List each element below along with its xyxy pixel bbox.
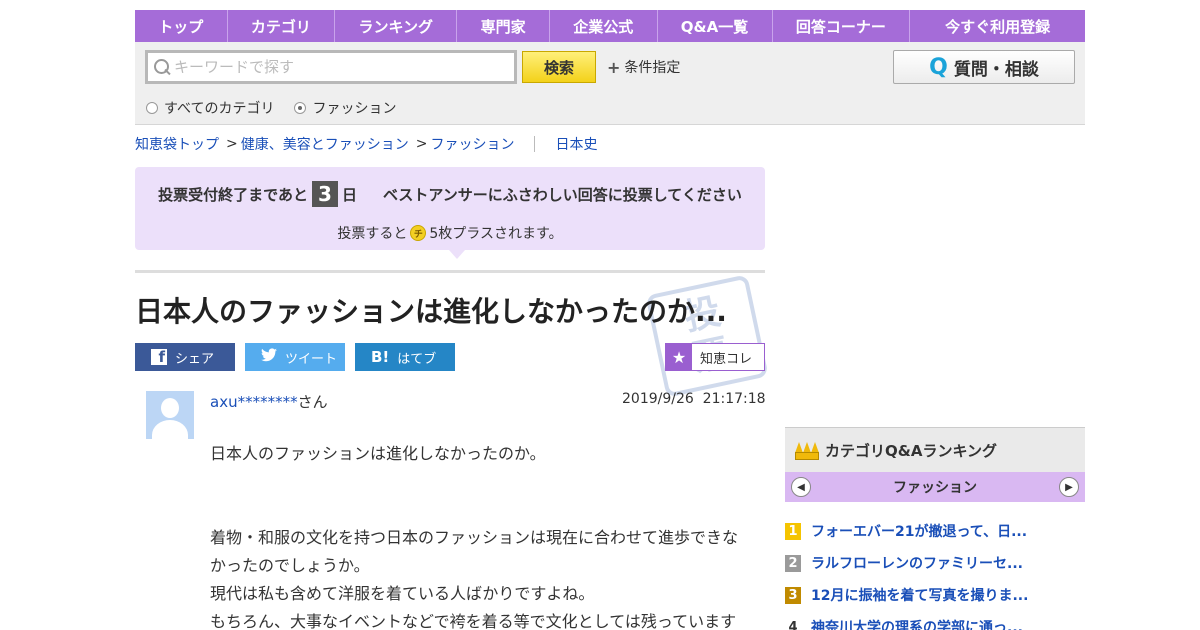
nav-register[interactable]: 今すぐ利用登録 [910, 10, 1085, 42]
facebook-share-button[interactable]: f シェア [135, 343, 235, 371]
divider [135, 270, 765, 273]
question-body-line: 着物・和服の文化を持つ日本のファッションは現在に合わせて進歩できなかったのでしょ… [210, 528, 739, 575]
vote-prefix: 投票受付終了まであと [158, 185, 309, 204]
breadcrumb-fashion[interactable]: ファッション [430, 134, 514, 154]
rank-badge: 4 [788, 619, 798, 630]
hatena-icon: B! [371, 348, 390, 366]
scope-category-label: ファッション [312, 101, 397, 117]
question-body-line [210, 496, 750, 524]
rank-badge: 1 [785, 522, 801, 540]
ranking-link[interactable]: 12月に振袖を着て写真を撮りま... [811, 585, 1028, 605]
scope-all-radio[interactable]: すべてのカテゴリ [146, 98, 274, 118]
breadcrumb: 知恵袋トップ > 健康、美容とファッション > ファッション 日本史 [135, 134, 597, 154]
page: トップ カテゴリ ランキング 専門家 企業公式 Q&A一覧 回答コーナー 今すぐ… [0, 0, 1200, 630]
vote-days-badge: 3 [312, 181, 339, 207]
twitter-icon [261, 348, 277, 366]
vote-reward: 投票すると チ 5枚プラスされます。 [135, 223, 765, 243]
question-body-line [210, 468, 750, 496]
vote-deadline: 投票受付終了まであと 3 日 ベストアンサーにふさわしい回答に投票してください [135, 181, 765, 207]
nav-category[interactable]: カテゴリ [228, 10, 336, 42]
question-body: 日本人のファッションは進化しなかったのか。 着物・和服の文化を持つ日本のファッシ… [210, 440, 750, 630]
vote-notice: 投票受付終了まであと 3 日 ベストアンサーにふさわしい回答に投票してください … [135, 167, 765, 259]
ranking-category-nav: ◀ ファッション ▶ [785, 472, 1085, 502]
question-body-line: 日本人のファッションは進化しなかったのか。 [210, 444, 546, 463]
ranking-category: ファッション [893, 480, 977, 496]
scope-all-label: すべてのカテゴリ [164, 101, 275, 117]
chevron-right-icon[interactable]: ▶ [1059, 477, 1079, 497]
twitter-tweet-label: ツイート [285, 351, 338, 367]
conditions-link[interactable]: + 条件指定 [607, 57, 680, 77]
breadcrumb-top[interactable]: 知恵袋トップ [135, 134, 219, 154]
questioner-id-link[interactable]: axu******** [210, 393, 298, 411]
questioner: axu********さん [210, 391, 328, 412]
search-input[interactable] [174, 53, 504, 81]
radio-off-icon [146, 102, 158, 114]
search-box [145, 50, 517, 84]
twitter-tweet-button[interactable]: ツイート [245, 343, 345, 371]
vote-note-prefix: 投票すると [337, 226, 408, 242]
ranking-link[interactable]: フォーエバー21が撤退って、日... [811, 521, 1027, 541]
search-button[interactable]: 検索 [522, 51, 596, 83]
ranking-title: カテゴリQ&Aランキング [825, 441, 997, 460]
ranking-item: 4 神奈川大学の理系の学部に通っ... [785, 611, 1085, 630]
global-nav: トップ カテゴリ ランキング 専門家 企業公式 Q&A一覧 回答コーナー 今すぐ… [135, 10, 1085, 42]
ranking-item: 1 フォーエバー21が撤退って、日... [785, 515, 1085, 547]
coin-icon: チ [410, 225, 427, 241]
question-body-line: もちろん、大事なイベントなどで袴を着る等で文化としては残っています [210, 612, 737, 630]
breadcrumb-health-beauty[interactable]: 健康、美容とファッション [241, 134, 409, 154]
ranking-list: 1 フォーエバー21が撤退って、日... 2 ラルフローレンのファミリーセ...… [785, 515, 1085, 630]
rank-badge: 3 [785, 586, 801, 604]
ranking-link[interactable]: ラルフローレンのファミリーセ... [811, 553, 1023, 573]
plus-icon: + [607, 57, 621, 77]
search-scope: すべてのカテゴリ ファッション [146, 98, 396, 118]
tag-japanese-history[interactable]: 日本史 [555, 134, 597, 154]
conditions-label: 条件指定 [624, 60, 681, 76]
search-icon [148, 53, 174, 81]
rank-badge: 2 [785, 554, 801, 572]
breadcrumb-separator: > [415, 136, 428, 152]
question-body-line: 現代は私も含めて洋服を着ている人ばかりですよね。 [210, 584, 595, 603]
vote-suffix: 日 [342, 185, 358, 204]
ranking-header: カテゴリQ&Aランキング [785, 427, 1085, 472]
chie-collection-button[interactable]: ★ 知恵コレ [665, 343, 765, 371]
nav-answer-corner[interactable]: 回答コーナー [773, 10, 911, 42]
question-q-icon: Q [929, 54, 948, 80]
nav-official[interactable]: 企業公式 [550, 10, 658, 42]
ranking-link[interactable]: 神奈川大学の理系の学部に通っ... [811, 617, 1023, 630]
ask-question-button[interactable]: Q 質問・相談 [893, 50, 1075, 84]
hatena-bookmark-label: はてブ [397, 351, 437, 367]
crown-icon [795, 440, 819, 460]
ranking-item: 2 ラルフローレンのファミリーセ... [785, 547, 1085, 579]
questioner-suffix: さん [297, 393, 328, 411]
vote-note-suffix: 5枚プラスされます。 [429, 226, 563, 242]
chie-collection-label: 知恵コレ [700, 351, 753, 367]
avatar[interactable] [146, 391, 194, 439]
nav-experts[interactable]: 専門家 [457, 10, 550, 42]
search-band: 検索 + 条件指定 Q 質問・相談 すべてのカテゴリ ファッション [135, 42, 1085, 125]
facebook-icon: f [151, 349, 167, 365]
question-title: 日本人のファッションは進化しなかったのか... [135, 295, 727, 328]
hatena-bookmark-button[interactable]: B! はてブ [355, 343, 455, 371]
breadcrumb-separator: > [226, 136, 238, 152]
chevron-left-icon[interactable]: ◀ [791, 477, 811, 497]
nav-top[interactable]: トップ [135, 10, 228, 42]
radio-on-icon [294, 102, 307, 114]
scope-category-radio[interactable]: ファッション [294, 98, 396, 118]
nav-ranking[interactable]: ランキング [335, 10, 458, 42]
vote-message: ベストアンサーにふさわしい回答に投票してください [383, 185, 742, 204]
breadcrumb-divider [534, 136, 536, 152]
facebook-share-label: シェア [175, 351, 215, 367]
question-date: 2019/9/26 21:17:18 [622, 391, 766, 407]
ranking-item: 3 12月に振袖を着て写真を撮りま... [785, 579, 1085, 611]
nav-qa-list[interactable]: Q&A一覧 [658, 10, 773, 42]
star-icon: ★ [666, 344, 692, 370]
ask-question-label: 質問・相談 [953, 59, 1039, 80]
